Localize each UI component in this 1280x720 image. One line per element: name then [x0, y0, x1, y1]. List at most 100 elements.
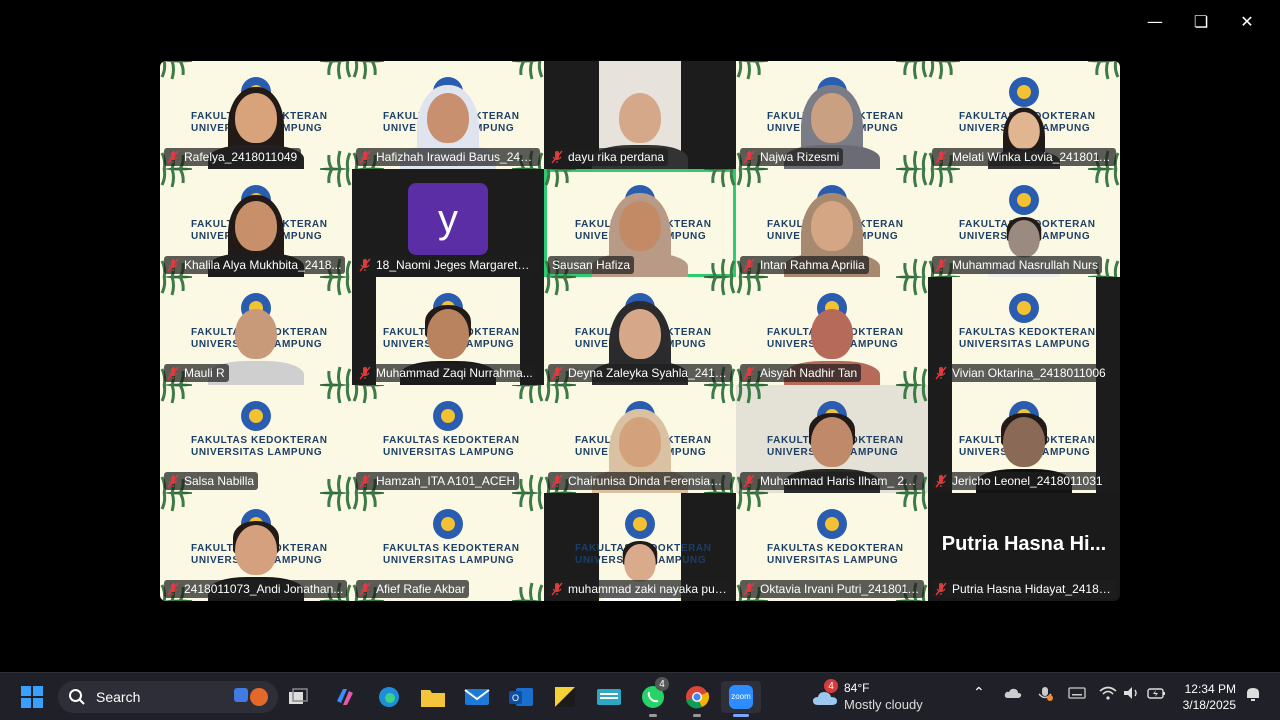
participant-name: 2418011073_Andi Jonathan...	[184, 582, 344, 596]
participant-tile[interactable]: Putria Hasna Hi... Putria Hasna Hidayat_2…	[928, 493, 1120, 601]
leaf-decoration-icon	[318, 169, 352, 189]
participant-tile[interactable]: FAKULTAS KEDOKTERAN UNIVERSITAS LAMPUNG Ai…	[736, 277, 928, 385]
restore-icon[interactable]: ❏	[1178, 8, 1224, 34]
muted-mic-icon	[550, 366, 564, 380]
copilot-icon[interactable]	[329, 681, 361, 713]
participant-tile[interactable]: FAKULTAS KEDOKTERAN UNIVERSITAS LAMPUNG Vi…	[928, 277, 1120, 385]
muted-mic-icon	[358, 474, 372, 488]
keyboard-icon[interactable]	[1068, 687, 1086, 703]
participant-name: Muhammad Nasrullah Nurs	[952, 258, 1099, 272]
minimize-icon[interactable]: —	[1132, 8, 1178, 34]
participant-name-label: Muhammad Zaqi Nurrahma...	[356, 364, 537, 382]
leaf-decoration-icon	[894, 277, 928, 297]
participant-tile[interactable]: FAKULTAS KEDOKTERANUNIVERSITAS LAMPUNGDe…	[544, 277, 736, 385]
participant-tile[interactable]: FAKULTAS KEDOKTERANUNIVERSITAS LAMPUNGHa…	[352, 385, 544, 493]
participant-tile[interactable]: FAKULTAS KEDOKTERANUNIVERSITAS LAMPUNGRa…	[160, 61, 352, 169]
whatsapp-icon[interactable]: 4	[637, 677, 669, 717]
participant-tile[interactable]: FAKULTAS KEDOKTERAN UNIVERSITAS LAMPUNG Mu…	[928, 169, 1120, 277]
task-view-icon[interactable]	[282, 681, 314, 713]
zoom-meeting-window: — ❏ ✕ FAKULTAS KEDOKTERANUNIVERSITAS LAM…	[0, 0, 1280, 672]
participant-tile[interactable]: FAKULTAS KEDOKTERAN UNIVERSITAS LAMPUNG Mu…	[736, 385, 928, 493]
university-crest-icon	[433, 509, 463, 539]
gallery-grid: FAKULTAS KEDOKTERANUNIVERSITAS LAMPUNGRa…	[160, 61, 1120, 601]
participant-name-label: Rafelya_2418011049	[164, 148, 302, 166]
notification-icon[interactable]	[1244, 685, 1262, 707]
mail-icon[interactable]	[461, 681, 493, 713]
participant-tile[interactable]: FAKULTAS KEDOKTERANUNIVERSITAS LAMPUNGCh…	[544, 385, 736, 493]
banner-line1: FAKULTAS KEDOKTERAN	[383, 435, 520, 446]
leaf-decoration-icon	[894, 365, 928, 385]
zoom-app-icon[interactable]: zoom	[721, 681, 761, 717]
leaf-decoration-icon	[160, 277, 194, 297]
participant-tile[interactable]: FAKULTAS KEDOKTERANUNIVERSITAS LAMPUNGHa…	[352, 61, 544, 169]
muted-mic-icon	[358, 366, 372, 380]
participant-tile[interactable]: FAKULTAS KEDOKTERAN UNIVERSITAS LAMPUNG Af…	[352, 493, 544, 601]
participant-name-label: Mauli R	[164, 364, 229, 382]
keyboard-app-icon[interactable]	[593, 681, 625, 713]
participant-tile[interactable]: FAKULTAS KEDOKTERANUNIVERSITAS LAMPUNGKh…	[160, 169, 352, 277]
sticky-notes-icon[interactable]	[549, 681, 581, 713]
banner-line1: FAKULTAS KEDOKTERAN	[959, 327, 1096, 338]
participant-tile[interactable]: FAKULTAS KEDOKTERAN UNIVERSITAS LAMPUNG Me…	[928, 61, 1120, 169]
leaf-decoration-icon	[544, 277, 578, 297]
participant-tile[interactable]: FAKULTAS KEDOKTERAN UNIVERSITAS LAMPUNG mu…	[544, 493, 736, 601]
participant-tile[interactable]: FAKULTAS KEDOKTERANUNIVERSITAS LAMPUNGIn…	[736, 169, 928, 277]
chrome-icon[interactable]	[681, 681, 713, 717]
volume-icon[interactable]	[1123, 686, 1141, 704]
battery-icon[interactable]	[1147, 686, 1167, 704]
weather-widget[interactable]: 4 84°F Mostly cloudy	[812, 679, 942, 715]
participant-tile[interactable]: FAKULTAS KEDOKTERAN UNIVERSITAS LAMPUNG Je…	[928, 385, 1120, 493]
muted-mic-icon	[358, 582, 372, 596]
participant-tile[interactable]: FAKULTAS KEDOKTERANUNIVERSITAS LAMPUNGSa…	[160, 385, 352, 493]
participant-tile[interactable]: dayu rika perdana	[544, 61, 736, 169]
edge-icon[interactable]	[373, 681, 405, 713]
participant-tile[interactable]: y 18_Naomi Jeges Margaretha...	[352, 169, 544, 277]
participant-name-label: Oktavia Irvani Putri_2418011...	[740, 580, 924, 598]
participant-tile[interactable]: FAKULTAS KEDOKTERANUNIVERSITAS LAMPUNGSa…	[544, 169, 736, 277]
leaf-decoration-icon	[510, 61, 544, 81]
leaf-decoration-icon	[894, 385, 928, 405]
file-explorer-icon[interactable]	[417, 681, 449, 713]
participant-name: Mauli R	[184, 366, 225, 380]
participant-name-label: dayu rika perdana	[548, 148, 669, 166]
muted-mic-icon	[358, 258, 372, 272]
leaf-decoration-icon	[894, 493, 928, 513]
microphone-icon[interactable]	[1036, 686, 1054, 706]
participant-tile[interactable]: FAKULTAS KEDOKTERAN UNIVERSITAS LAMPUNG Ma…	[160, 277, 352, 385]
outlook-icon[interactable]: O	[505, 681, 537, 713]
faculty-banner: FAKULTAS KEDOKTERANUNIVERSITAS LAMPUNG	[767, 509, 903, 567]
close-icon[interactable]: ✕	[1224, 8, 1270, 34]
participant-name-label: Najwa Rizesmi	[740, 148, 844, 166]
muted-mic-icon	[934, 582, 948, 596]
participant-tile[interactable]: FAKULTAS KEDOKTERAN UNIVERSITAS LAMPUNG 24…	[160, 493, 352, 601]
banner-line1: FAKULTAS KEDOKTERAN	[191, 435, 328, 446]
onedrive-icon[interactable]	[1004, 687, 1022, 703]
muted-mic-icon	[742, 474, 756, 488]
participant-name-label: Deyna Zaleyka Syahla_24180...	[548, 364, 732, 382]
participant-tile[interactable]: FAKULTAS KEDOKTERAN UNIVERSITAS LAMPUNG Mu…	[352, 277, 544, 385]
search-input[interactable]: Search	[58, 681, 278, 713]
leaf-decoration-icon	[318, 473, 352, 493]
participant-name-label: Afief Rafie Akbar	[356, 580, 470, 598]
participant-name: Putria Hasna Hidayat_24180...	[952, 582, 1112, 596]
university-crest-icon	[1009, 293, 1039, 323]
leaf-decoration-icon	[702, 277, 736, 297]
banner-line2: UNIVERSITAS LAMPUNG	[959, 339, 1091, 350]
leaf-decoration-icon	[318, 149, 352, 169]
wifi-icon[interactable]	[1099, 686, 1117, 704]
participant-name: Hamzah_ITA A101_ACEH	[376, 474, 516, 488]
chevron-up-icon[interactable]: ⌃	[973, 685, 985, 701]
participant-tile[interactable]: FAKULTAS KEDOKTERAN UNIVERSITAS LAMPUNG Ok…	[736, 493, 928, 601]
start-button[interactable]	[16, 681, 48, 713]
participant-name: Khalila Alya Mukhbita_2418...	[184, 258, 342, 272]
participant-name: Oktavia Irvani Putri_2418011...	[760, 582, 920, 596]
leaf-decoration-icon	[352, 493, 386, 513]
university-crest-icon	[625, 509, 655, 539]
zoom-label: zoom	[731, 692, 751, 701]
participant-tile[interactable]: FAKULTAS KEDOKTERANUNIVERSITAS LAMPUNGNa…	[736, 61, 928, 169]
participant-name-label: Intan Rahma Aprilia	[740, 256, 869, 274]
running-indicator	[733, 714, 749, 717]
leaf-decoration-icon	[894, 169, 928, 189]
participant-name: Jericho Leonel_2418011031	[952, 474, 1103, 488]
clock[interactable]: 12:34 PM 3/18/2025	[1183, 681, 1236, 713]
